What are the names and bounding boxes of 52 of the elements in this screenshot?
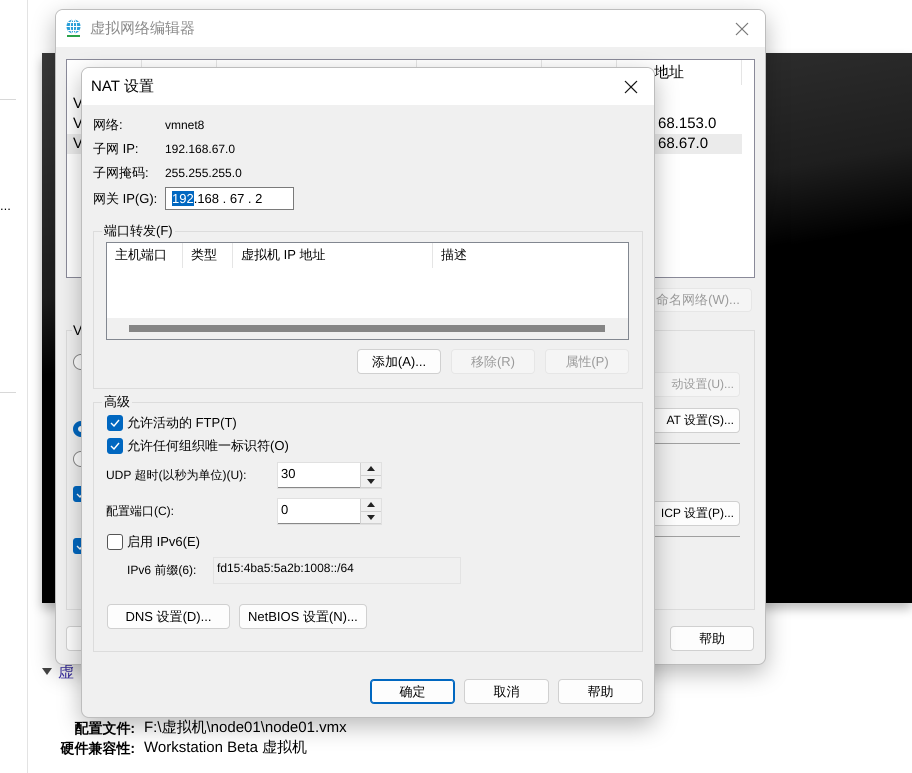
info-value: 192.168.67.0 (165, 141, 236, 158)
config-port-spinner[interactable]: 0 (277, 498, 382, 525)
checkbox[interactable] (107, 414, 123, 430)
globe-icon (65, 19, 82, 38)
detail-label: 配置文件: (73, 719, 135, 738)
detail-value: F:\虚拟机\node01\node01.vmx (144, 718, 348, 738)
column-header[interactable]: 主机端口 (107, 243, 183, 268)
up-arrow-icon (367, 466, 375, 472)
dialog-button[interactable]: 取消 (464, 679, 549, 704)
settings-button[interactable]: NetBIOS 设置(N)... (239, 604, 367, 629)
checkbox-label: 启用 IPv6(E) (127, 532, 200, 550)
help-button[interactable]: 帮助 (670, 626, 754, 651)
column-header[interactable]: 类型 (183, 243, 233, 268)
info-label: 网络: (93, 116, 124, 134)
gateway-ip-field[interactable]: 192.168 . 67 . 2 (165, 187, 294, 210)
column-header[interactable]: 虚拟机 IP 地址 (233, 243, 433, 268)
checkmark-icon (110, 418, 120, 426)
detail-label: 硬件兼容性: (59, 739, 135, 758)
more-indicator[interactable]: ... (0, 200, 27, 212)
dialog-button[interactable]: 确定 (370, 679, 455, 704)
checkbox-label: 允许任何组织唯一标识符(O) (127, 436, 289, 454)
info-value: vmnet8 (165, 117, 206, 134)
checkbox[interactable] (107, 438, 123, 454)
close-icon (624, 80, 638, 94)
info-label: 子网掩码: (93, 164, 150, 182)
caret-down-icon[interactable] (42, 668, 52, 676)
checkbox-label: 允许活动的 FTP(T) (127, 414, 237, 432)
detail-value: Workstation Beta 虚拟机 (144, 738, 308, 758)
close-icon (735, 22, 749, 36)
checkbox[interactable] (107, 534, 123, 550)
field-label: 配置端口(C): (106, 503, 175, 520)
info-value: 255.255.255.0 (165, 165, 243, 182)
table-action-button[interactable]: 添加(A)... (357, 349, 441, 374)
subnet-address: 68.67.0 (657, 134, 710, 154)
field-label: IPv6 前缀(6): (126, 562, 198, 579)
down-arrow-icon (367, 478, 375, 484)
gateway-label: 网关 IP(G): (93, 190, 158, 208)
dialog-title: NAT 设置 (91, 77, 155, 96)
horizontal-scrollbar[interactable] (107, 318, 628, 339)
settings-button[interactable]: DNS 设置(D)... (107, 604, 230, 629)
udp-timeout-spinner[interactable]: 30 (277, 462, 382, 489)
section-title[interactable]: 虚 (58, 662, 74, 682)
window-title: 虚拟网络编辑器 (90, 19, 196, 38)
up-arrow-icon (367, 502, 375, 508)
group-title: 端口转发(F) (103, 222, 174, 240)
info-label: 子网 IP: (93, 140, 140, 158)
checkmark-icon (110, 442, 120, 450)
column-header[interactable]: 描述 (433, 243, 628, 268)
field-label: UDP 超时(以秒为单位)(U): (106, 467, 248, 484)
down-arrow-icon (367, 514, 375, 520)
dialog-button[interactable]: 帮助 (558, 679, 643, 704)
group-title: 高级 (103, 393, 131, 411)
